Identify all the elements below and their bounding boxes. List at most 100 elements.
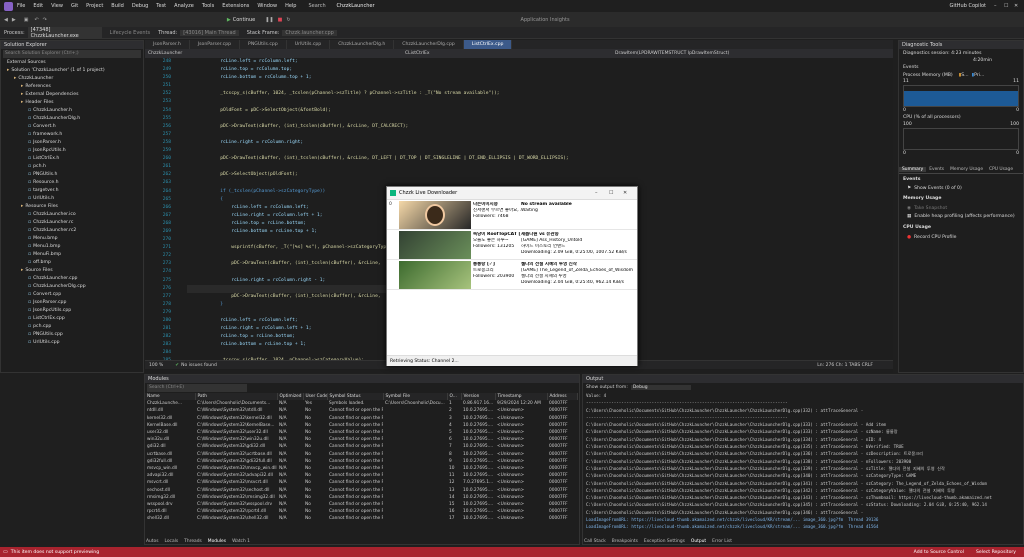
debug-tab[interactable]: Autos <box>146 539 158 544</box>
back-icon[interactable]: ◀ <box>4 17 8 23</box>
tree-item[interactable]: ▫ Menu.bmp <box>3 235 143 243</box>
stop-icon[interactable]: ■ <box>278 17 283 23</box>
menu-git[interactable]: Git <box>71 3 78 9</box>
modules-search-input[interactable]: Search (Ctrl+E) <box>147 384 247 392</box>
table-row[interactable]: shell32.dll C:\Windows\System32\shell32.d… <box>145 515 577 522</box>
select-repository-button[interactable]: Select Repository <box>976 550 1016 555</box>
tree-item[interactable]: ▫ Menu1.bmp <box>3 243 143 251</box>
add-source-control-button[interactable]: Add to Source Control <box>914 550 964 555</box>
dialog-close-icon[interactable]: ✕ <box>623 190 637 196</box>
column-header[interactable]: Symbol Status <box>327 393 384 401</box>
table-row[interactable]: msvcrt.dll C:\Windows\System32\msvcrt.dll… <box>145 479 577 486</box>
tree-item[interactable]: ▫ Resource.h <box>3 179 143 187</box>
tree-item[interactable]: ▫ UrlUtils.cpp <box>3 339 143 347</box>
forward-icon[interactable]: ▶ <box>12 17 16 23</box>
tree-item[interactable]: ▫ ChzzkLauncherDlg.h <box>3 115 143 123</box>
menu-analyze[interactable]: Analyze <box>174 3 194 9</box>
diag-tab[interactable]: Summary <box>899 167 927 172</box>
output-source-select[interactable]: Debug <box>630 385 691 390</box>
tree-item[interactable]: ▫ ChzzkLauncher.ico <box>3 211 143 219</box>
save-icon[interactable]: ▣ <box>24 17 29 23</box>
editor-tab[interactable]: JsonParser.h <box>145 40 190 49</box>
tree-item[interactable]: ▸ External Dependencies <box>3 91 143 99</box>
column-header[interactable]: Name <box>145 393 196 401</box>
table-row[interactable]: rpcrt4.dll C:\Windows\System32\rpcrt4.dll… <box>145 508 577 515</box>
editor-tab[interactable]: JsonParser.cpp <box>190 40 241 49</box>
stack-frame-select[interactable]: Chzzk.launcher.cpp <box>282 29 337 36</box>
tree-item[interactable]: ▫ MenuFi.bmp <box>3 251 143 259</box>
thread-select[interactable]: [43016] Main Thread <box>180 29 239 36</box>
solution-search-input[interactable]: Search Solution Explorer (Ctrl+;) <box>3 50 141 58</box>
table-row[interactable]: wsspool.drv C:\Windows\System32\wsspool.d… <box>145 501 577 508</box>
take-snapshot-button[interactable]: ◉ Take Snapshot <box>899 205 1023 212</box>
tree-item[interactable]: ▫ JsonRpcUtils.cpp <box>3 307 143 315</box>
column-header[interactable]: Path <box>195 393 278 401</box>
diag-tab[interactable]: Events <box>926 167 947 172</box>
enable-heap-profiling[interactable]: ▦ Enable heap profiling (affects performa… <box>899 212 1023 221</box>
tree-item[interactable]: ▫ PNGUtils.cpp <box>3 331 143 339</box>
record-cpu-button[interactable]: ● Record CPU Profile <box>899 234 1023 241</box>
nav-member[interactable]: DrawItem(LPDRAWITEMSTRUCT lpDrawItemStru… <box>615 51 729 56</box>
column-header[interactable]: Optimized <box>277 393 304 401</box>
menu-build[interactable]: Build <box>111 3 124 9</box>
stream-item[interactable]: 룽룽랑 [✓] 트로몽크리 Followers: 203900 젤다의 전설 지혜의 … <box>387 260 637 290</box>
tree-item[interactable]: ▸ Solution 'ChzzkLauncher' (1 of 1 projec… <box>3 67 143 75</box>
menu-window[interactable]: Window <box>257 3 277 9</box>
debug-tab[interactable]: Exception Settings <box>644 539 685 544</box>
editor-tab[interactable]: UrlUtils.cpp <box>287 40 331 49</box>
menu-debug[interactable]: Debug <box>132 3 148 9</box>
table-row[interactable]: user32.dll C:\Windows\System32\user32.dll… <box>145 429 577 436</box>
debug-tab[interactable]: Call Stack <box>584 539 606 544</box>
menu-edit[interactable]: Edit <box>33 3 43 9</box>
nav-project[interactable]: ChzzkLauncher <box>145 51 295 56</box>
search-box[interactable]: Search <box>308 3 326 9</box>
dialog-minimize-icon[interactable]: – <box>595 190 609 196</box>
column-header[interactable]: Symbol File <box>383 393 448 401</box>
tree-item[interactable]: ▫ ChzzkLauncherDlg.cpp <box>3 283 143 291</box>
process-select[interactable]: [47348] ChzzkLauncher.exe <box>27 26 102 39</box>
app-insights-button[interactable]: Application Insights <box>521 17 570 23</box>
close-icon[interactable]: ✕ <box>1014 3 1024 9</box>
debug-tab[interactable]: Modules <box>208 539 226 544</box>
table-row[interactable]: sechost.dll C:\Windows\System32\sechost.d… <box>145 486 577 493</box>
table-row[interactable]: win32u.dll C:\Windows\System32\win32u.dll… <box>145 436 577 443</box>
tree-item[interactable]: ▫ JsonRpcUtils.h <box>3 147 143 155</box>
maximize-icon[interactable]: ☐ <box>1004 3 1014 9</box>
diag-tab[interactable]: Memory Usage <box>947 167 986 172</box>
table-row[interactable]: KernelBase.dll C:\Windows\System32\Kernel… <box>145 422 577 429</box>
menu-file[interactable]: File <box>17 3 25 9</box>
tree-item[interactable]: ▫ ListCtrlEx.cpp <box>3 315 143 323</box>
tree-item[interactable]: ▫ Convert.cpp <box>3 291 143 299</box>
tree-item[interactable]: ▫ ChzzkLauncher.cpp <box>3 275 143 283</box>
tree-item[interactable]: ▫ targetver.h <box>3 187 143 195</box>
menu-help[interactable]: Help <box>285 3 296 9</box>
tree-item[interactable]: ▫ UrlUtils.h <box>3 195 143 203</box>
table-row[interactable]: gdi32.dll C:\Windows\System32\gdi32.dll N/… <box>145 443 577 450</box>
stream-item[interactable]: 0 나는이미지증신서랜서 부르면 좋아요, 게임...Followers: 746… <box>387 200 637 230</box>
menu-project[interactable]: Project <box>86 3 103 9</box>
lifecycle-events[interactable]: Lifecycle Events <box>110 30 150 36</box>
tree-item[interactable]: ▸ Header Files <box>3 99 143 107</box>
table-row[interactable]: gdi32full.dll C:\Windows\System32\gdi32fu… <box>145 458 577 465</box>
editor-tab[interactable]: ChzzkLauncherDlg.h <box>330 40 395 49</box>
tree-item[interactable]: ▫ pch.cpp <box>3 323 143 331</box>
debug-tab[interactable]: Threads <box>184 539 202 544</box>
editor-tab[interactable]: ListCtrlEx.cpp <box>463 40 513 49</box>
table-row[interactable]: ucrtbase.dll C:\Windows\System32\ucrtbase… <box>145 451 577 458</box>
debug-tab[interactable]: Watch 1 <box>232 539 250 544</box>
menu-view[interactable]: View <box>51 3 63 9</box>
column-header[interactable]: Timestamp <box>495 393 548 401</box>
undo-icon[interactable]: ↶ <box>34 17 38 23</box>
tree-item[interactable]: ▸ Resource Files <box>3 203 143 211</box>
table-row[interactable]: rmsimg32.dll C:\Windows\System32\rmsimg32… <box>145 494 577 501</box>
tree-item[interactable]: ▫ pch.h <box>3 163 143 171</box>
restart-icon[interactable]: ↻ <box>286 17 290 23</box>
tree-item[interactable]: ▫ off.bmp <box>3 259 143 267</box>
continue-button[interactable]: Continue <box>233 17 255 23</box>
column-header[interactable]: O... <box>447 393 462 401</box>
redo-icon[interactable]: ↷ <box>43 17 47 23</box>
tree-item[interactable]: ▫ PNGUtils.h <box>3 171 143 179</box>
debug-tab[interactable]: Locals <box>164 539 178 544</box>
table-row[interactable]: advapi32.dll C:\Windows\System32\advapi32… <box>145 472 577 479</box>
nav-class[interactable]: CListCtrlEx <box>295 51 615 56</box>
